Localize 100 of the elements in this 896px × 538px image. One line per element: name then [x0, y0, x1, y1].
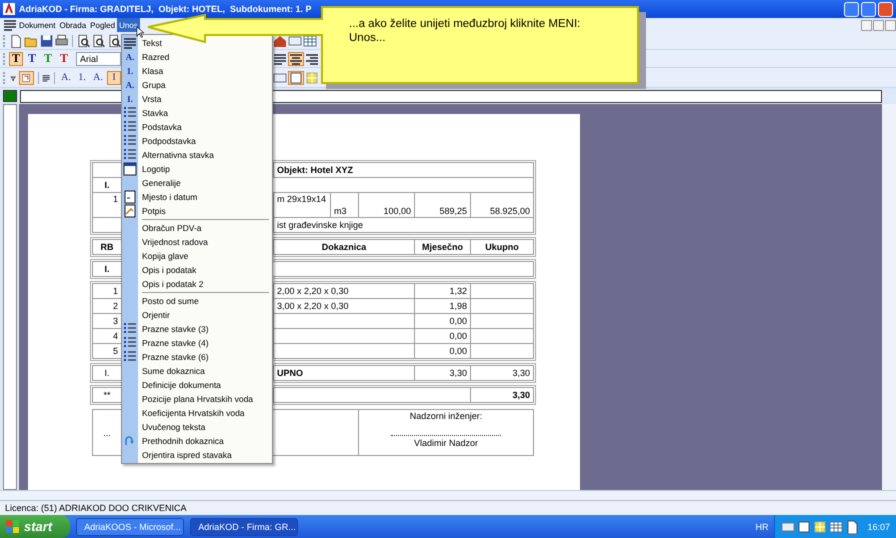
menu-item[interactable]: Pozicije plana Hrvatskih voda — [138, 393, 260, 405]
menu-item[interactable]: Kopija glave — [138, 250, 194, 262]
menu-item[interactable]: Orjentira ispred stavaka — [138, 449, 238, 461]
signed-document-icon — [123, 204, 137, 218]
status-square — [3, 90, 17, 102]
menu-item[interactable]: Generalije — [138, 177, 187, 189]
list-icon — [123, 322, 137, 336]
square-icon[interactable] — [289, 70, 303, 84]
list-icon — [123, 120, 137, 134]
table-cell: m3 — [330, 192, 358, 218]
card-icon[interactable] — [781, 520, 796, 534]
table-cell: 1,98 — [414, 298, 470, 314]
printer-icon[interactable] — [54, 34, 68, 48]
lines-icon — [3, 18, 17, 32]
clock: 16:07 — [867, 522, 890, 532]
table-cell: 1,32 — [414, 284, 470, 298]
table-cell: 100,00 — [358, 192, 414, 218]
table-cell: 0,00 — [414, 328, 470, 344]
magnifier-icon[interactable] — [77, 34, 90, 48]
menu-item[interactable]: Vrsta — [138, 93, 168, 105]
align-right-icon[interactable] — [305, 52, 319, 66]
window-icon — [123, 162, 137, 176]
square-icon[interactable] — [797, 520, 812, 534]
text-color-button[interactable]: T — [25, 52, 39, 66]
document-close-button[interactable] — [885, 20, 896, 30]
level-glyph-icon: I. — [127, 94, 133, 104]
list-icon — [123, 134, 137, 148]
menu-item[interactable]: Prazne stavke (4) — [138, 337, 215, 349]
menu-item[interactable]: Obrada — [57, 18, 88, 32]
menu-item[interactable]: Prethodnih dokaznica — [138, 435, 230, 447]
table-cell: 3,30 — [470, 388, 534, 402]
document-restore-button[interactable] — [873, 20, 884, 30]
menu-item[interactable]: Razred — [138, 51, 176, 63]
level-button[interactable]: A. — [58, 70, 73, 84]
font-field[interactable]: Arial — [76, 52, 121, 66]
scroll-bar[interactable] — [0, 490, 896, 500]
menu-item[interactable]: Koeficijenta Hrvatskih voda — [138, 407, 251, 419]
text-color-button[interactable]: T — [57, 52, 71, 66]
start-button[interactable]: start — [0, 515, 70, 538]
table-icon[interactable] — [829, 520, 844, 534]
curved-arrow-icon — [123, 434, 137, 448]
minimize-button[interactable] — [844, 2, 859, 16]
signer-name: Vladimir Nadzor — [413, 438, 480, 448]
text-color-button[interactable]: T — [9, 52, 23, 66]
magnifier-icon[interactable] — [92, 34, 106, 48]
menu-item[interactable]: Posto od sume — [138, 295, 205, 307]
menu-item[interactable]: Podpodstavka — [138, 135, 202, 147]
text-color-button[interactable]: T — [41, 52, 55, 66]
align-center-icon[interactable] — [289, 52, 303, 66]
menu-item[interactable]: Podstavka — [138, 121, 188, 133]
level-glyph-icon: A. — [126, 52, 134, 62]
taskbar-button[interactable]: AdriaKOD - Firma: GR... — [190, 518, 298, 536]
menu-item[interactable]: Tekst — [138, 37, 168, 49]
scroll-bar[interactable] — [882, 104, 896, 490]
language-indicator[interactable]: HR — [755, 522, 768, 532]
menu-item[interactable]: Alternativna stavka — [138, 149, 220, 161]
level-button[interactable]: 1. — [74, 70, 89, 84]
signature-title: Nadzorni inženjer: — [408, 411, 484, 421]
menu-item[interactable]: Logotip — [138, 163, 176, 175]
column-header: Ukupno — [470, 240, 534, 254]
status-text: Licenca: (51) ADRIAKOD DOO CRIKVENICA — [5, 503, 187, 513]
card-icon[interactable] — [288, 34, 302, 48]
menu-item[interactable]: Klasa — [138, 65, 170, 77]
menu-item[interactable]: Prazne stavke (3) — [138, 323, 215, 335]
new-document-icon[interactable] — [845, 520, 860, 534]
table-cell: 589,25 — [414, 192, 470, 218]
new-document-icon[interactable] — [9, 34, 22, 48]
menu-item[interactable]: Uvučenog teksta — [138, 421, 212, 433]
list-icon — [123, 148, 137, 162]
callout-text: ...a ako želite unijeti međuzbroj kliknite MENI: Unos... — [349, 17, 582, 45]
menu-item[interactable]: Definicije dokumenta — [138, 379, 227, 391]
menu-item[interactable]: Grupa — [138, 79, 172, 91]
table-icon[interactable] — [303, 34, 317, 48]
document-minimize-button[interactable] — [861, 20, 872, 30]
level-button[interactable]: I — [106, 70, 121, 84]
menu-item[interactable]: Opis i podatak 2 — [138, 278, 210, 290]
menu-item[interactable]: Vrijednost radova — [138, 236, 214, 248]
table-cell: 2,00 x 2,20 x 0,30 — [274, 284, 414, 298]
taskbar-button[interactable]: AdriaKOOS - Microsof... — [76, 518, 184, 536]
table-cell: UPNO — [274, 366, 415, 380]
save-icon[interactable] — [40, 34, 53, 48]
close-button[interactable] — [878, 2, 893, 16]
menu-item[interactable]: Prazne stavke (6) — [138, 351, 215, 363]
menu-item[interactable]: Potpis — [138, 205, 172, 217]
menu-item[interactable]: Stavka — [138, 107, 174, 119]
menu-item[interactable]: Dokument — [17, 18, 58, 32]
lines-icon[interactable] — [273, 52, 287, 66]
level-button[interactable]: A. — [90, 70, 105, 84]
menu-item[interactable]: Pogled — [88, 18, 118, 32]
menu-item[interactable]: Unos — [117, 18, 140, 32]
grid-icon[interactable] — [813, 520, 828, 534]
table-cell: 3,00 x 2,20 x 0,30 — [274, 298, 414, 314]
card-icon[interactable] — [273, 70, 287, 84]
menu-item[interactable]: Opis i podatak — [138, 264, 202, 276]
maximize-button[interactable] — [861, 2, 876, 16]
cursor-icon — [136, 26, 144, 38]
menu-item[interactable]: Orjentir — [138, 309, 176, 321]
magnifier-icon[interactable] — [108, 34, 121, 48]
menu-item[interactable]: Mjesto i datum — [138, 191, 204, 203]
window-title: AdriaKOD - Firma: GRADITELJ, Objekt: HOTEL, Subdokument: 1. P — [19, 4, 313, 14]
